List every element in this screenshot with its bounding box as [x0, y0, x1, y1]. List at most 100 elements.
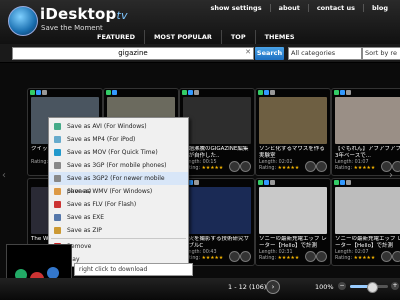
download-icon[interactable]: [240, 161, 251, 172]
category-select[interactable]: All categories: [288, 47, 362, 60]
menu-save-zip[interactable]: Save as ZIP: [49, 224, 188, 237]
info-icon[interactable]: [264, 180, 269, 185]
star-icon[interactable]: [346, 90, 351, 95]
video-meta: Length: 02:31 Rating: ★★★★★: [259, 250, 299, 262]
menu-save-avi[interactable]: Save as AVI (For Windows): [49, 120, 188, 133]
video-card[interactable]: ソンビ化するマウスを作る実験室 Length: 02:02 Rating: ★★★…: [255, 88, 331, 176]
info-icon[interactable]: [264, 90, 269, 95]
play-icon[interactable]: [381, 251, 392, 262]
check-icon[interactable]: [30, 90, 35, 95]
logo-text[interactable]: iDesktoptv: [40, 5, 128, 23]
menu-item-label: Save as FLV (For Flash): [67, 201, 137, 208]
video-thumbnail[interactable]: [259, 187, 327, 234]
video-thumbnail[interactable]: [335, 97, 400, 144]
menu-save-mov[interactable]: Save as MOV (For Quick Time): [49, 146, 188, 159]
video-card[interactable]: 話題沸騰のGIGAZINE編集部が自作した.. Length: 00:15 Rat…: [179, 88, 255, 176]
video-title: 【ぐもれん】アブアブアブ 3年ベースで...: [335, 146, 400, 159]
logo-icon[interactable]: [8, 6, 38, 36]
check-icon[interactable]: [334, 90, 339, 95]
video-card[interactable]: 【ぐもれん】アブアブアブ 3年ベースで... Length: 01:07 Rati…: [331, 88, 400, 176]
star-icon[interactable]: [270, 180, 275, 185]
next-arrow-icon[interactable]: ›: [389, 170, 397, 184]
video-thumbnail[interactable]: [183, 187, 251, 234]
tab-top[interactable]: TOP: [220, 30, 255, 44]
menu-item-label: Save as MOV (For Quick Time): [67, 149, 158, 156]
prev-arrow-icon[interactable]: ‹: [2, 170, 10, 184]
zoom-in-button[interactable]: +: [391, 282, 399, 290]
sort-select[interactable]: Sort by re: [362, 47, 400, 60]
menu-save-flv[interactable]: Save as FLV (For Flash): [49, 198, 188, 211]
app-window: iDesktoptv Save the Moment show settings…: [0, 0, 400, 300]
search-bar: gigazine ✕ Search All categories Sort by…: [0, 44, 400, 63]
star-icon[interactable]: [42, 90, 47, 95]
video-meta: Length: 02:07 Rating: ★★★★★: [335, 250, 375, 262]
check-icon[interactable]: [334, 180, 339, 185]
tab-featured[interactable]: FEATURED: [88, 30, 144, 44]
info-icon[interactable]: [36, 90, 41, 95]
info-icon[interactable]: [340, 90, 345, 95]
download-icon[interactable]: [316, 251, 327, 262]
link-show-settings[interactable]: show settings: [202, 4, 269, 12]
avi-icon: [54, 123, 61, 130]
menu-item-label: Save as EXE: [67, 214, 105, 221]
menu-save-wmv[interactable]: Save as WMV (For Windows): [49, 185, 188, 198]
info-icon[interactable]: [340, 180, 345, 185]
rating-stars: ★★★★★: [201, 166, 224, 171]
video-meta: Length: 00:15 Rating: ★★★★★: [183, 160, 223, 172]
menu-save-mp4[interactable]: Save as MP4 (For iPod): [49, 133, 188, 146]
play-icon[interactable]: [305, 161, 316, 172]
clear-icon[interactable]: ✕: [244, 47, 252, 58]
menu-save-exe[interactable]: Save as EXE: [49, 211, 188, 224]
zoom-out-button[interactable]: −: [338, 282, 346, 290]
search-input[interactable]: gigazine: [12, 47, 254, 60]
info-icon[interactable]: [112, 90, 117, 95]
menu-save-3gp[interactable]: Save as 3GP (For mobile phones): [49, 159, 188, 172]
card-icons: [334, 180, 351, 186]
menu-item-label: Save as ZIP: [67, 227, 102, 234]
link-contact-us[interactable]: contact us: [307, 4, 363, 12]
check-icon[interactable]: [182, 90, 187, 95]
video-thumbnail[interactable]: [335, 187, 400, 234]
rating-label: Rating:: [335, 256, 353, 261]
video-thumbnail[interactable]: [183, 97, 251, 144]
download-icon[interactable]: [392, 251, 400, 262]
rating-stars: ★★★★★: [277, 256, 300, 261]
check-icon[interactable]: [258, 180, 263, 185]
menu-item-label: Save as 3GP (For mobile phones): [67, 162, 167, 169]
star-icon[interactable]: [194, 90, 199, 95]
star-icon[interactable]: [346, 180, 351, 185]
rating-stars: ★★★★★: [353, 166, 376, 171]
download-icon[interactable]: [240, 251, 251, 262]
mov-icon: [54, 149, 61, 156]
play-icon[interactable]: [229, 161, 240, 172]
tab-themes[interactable]: THEMES: [254, 30, 304, 44]
next-page-button[interactable]: ›: [266, 280, 280, 294]
wmv-icon: [54, 188, 61, 195]
video-card[interactable]: ソニーの最新充電エッブ レーター【Hello】で計測 Length: 02:31…: [255, 178, 331, 266]
video-title: ソンビ化するマウスを作る実験室: [259, 146, 325, 159]
info-icon[interactable]: [188, 90, 193, 95]
menu-save-3gp2[interactable]: Save as 3GP2 (For newer mobile phones): [49, 172, 188, 195]
star-icon[interactable]: [270, 90, 275, 95]
play-icon[interactable]: [305, 251, 316, 262]
tab-most-popular[interactable]: MOST POPULAR: [143, 30, 221, 44]
play-icon[interactable]: [229, 251, 240, 262]
video-thumbnail[interactable]: [259, 97, 327, 144]
zoom-slider[interactable]: [350, 282, 388, 293]
check-icon[interactable]: [106, 90, 111, 95]
top-links: show settings about contact us blog: [202, 4, 396, 12]
zip-icon: [54, 227, 61, 234]
download-icon[interactable]: [316, 161, 327, 172]
3gp-icon: [54, 162, 61, 169]
video-meta: Length: 02:02 Rating: ★★★★★: [259, 160, 299, 172]
video-card[interactable]: ソニーの最新充電エッブ レーター【Hello】で計測 Length: 02:07…: [331, 178, 400, 266]
link-blog[interactable]: blog: [363, 4, 396, 12]
link-about[interactable]: about: [269, 4, 308, 12]
zoom-slider-handle[interactable]: [366, 282, 378, 293]
video-card[interactable]: 花火を撮影する技術研究サンプルC Length: 00:43 Rating: ★★…: [179, 178, 255, 266]
check-icon[interactable]: [258, 90, 263, 95]
main-nav: FEATURED MOST POPULAR TOP THEMES: [88, 30, 304, 44]
star-icon[interactable]: [194, 180, 199, 185]
search-button[interactable]: Search: [255, 47, 284, 60]
menu-item-label: Save as WMV (For Windows): [67, 188, 153, 195]
